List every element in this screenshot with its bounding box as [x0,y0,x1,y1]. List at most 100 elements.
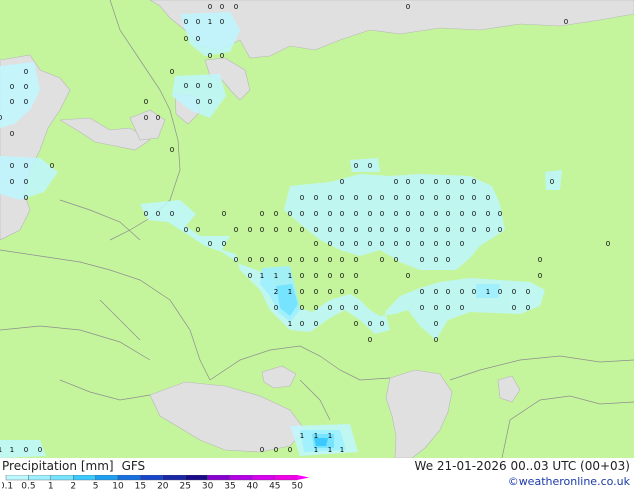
legend-footer: Precipitation [mm] GFS We 21-01-2026 00..… [0,458,634,490]
precip-value: 0 [10,178,14,186]
precip-value: 0 [486,210,490,218]
precip-value: 0 [460,194,464,202]
precip-value: 0 [274,256,278,264]
precip-value: 1 [314,432,318,440]
color-scale-bar: 0.10.5125101520253035404550 [2,475,310,490]
precip-value: 0 [10,83,14,91]
precip-value: 0 [368,194,372,202]
precip-value: 0 [156,210,160,218]
precip-value: 0 [170,68,174,76]
precip-value: 0 [472,226,476,234]
precip-value: 1 [314,446,318,454]
precip-value: 0 [420,178,424,186]
scale-tick-label: 50 [291,482,303,490]
scale-swatch [274,475,298,481]
precip-value: 0 [538,256,542,264]
precip-value: 0 [368,336,372,344]
precip-value: 0 [340,240,344,248]
precip-value: 0 [460,226,464,234]
precip-value: 0 [368,210,372,218]
precip-value: 0 [208,3,212,11]
precip-value: 0 [354,240,358,248]
precip-value: 0 [354,272,358,280]
legend-title-row: Precipitation [mm] GFS [2,459,145,473]
precip-value: 0 [184,226,188,234]
precip-value: 0 [446,240,450,248]
precip-value: 0 [328,256,332,264]
model-name: GFS [121,459,146,473]
precip-value: 0 [196,82,200,90]
scale-tick-label: 0.1 [2,482,13,490]
precipitation-map: 0010000000000000000000000000000000000000… [0,0,634,458]
precip-value: 0 [498,210,502,218]
precip-value: 0 [184,35,188,43]
precip-value: 0 [288,446,292,454]
precip-value: 0 [10,162,14,170]
precip-value: 0 [354,304,358,312]
precip-value: 0 [274,226,278,234]
scale-swatch [72,475,96,481]
precip-value: 0 [300,256,304,264]
precip-value: 0 [248,226,252,234]
precip-value: 0 [354,288,358,296]
precip-value: 0 [394,210,398,218]
precip-value: 0 [498,226,502,234]
precip-value: 0 [354,320,358,328]
precip-value: 0 [446,178,450,186]
precip-value: 1 [10,446,14,454]
precip-value: 0 [606,240,610,248]
scale-tick-label: 25 [179,482,190,490]
precip-value: 0 [368,162,372,170]
scale-swatch [229,475,253,481]
precip-value: 0 [434,336,438,344]
precip-value: 0 [354,210,358,218]
precip-value: 0 [564,18,568,26]
precip-value: 0 [434,256,438,264]
precip-value: 0 [460,178,464,186]
precip-value: 0 [406,272,410,280]
precip-value: 0 [300,304,304,312]
precip-value: 0 [512,304,516,312]
precip-value: 0 [328,210,332,218]
precip-value: 0 [394,256,398,264]
scale-tick-label: 5 [93,482,99,490]
credit-link[interactable]: ©weatheronline.co.uk [508,475,630,488]
precip-value: 0 [406,240,410,248]
precip-value: 0 [248,256,252,264]
precip-value: 0 [380,210,384,218]
precip-value: 0 [420,288,424,296]
precip-value: 0 [24,83,28,91]
scale-tick-label: 30 [202,482,214,490]
scale-swatch [95,475,119,481]
precip-value: 0 [314,288,318,296]
precip-value: 0 [220,18,224,26]
scale-tick-label: 35 [224,482,235,490]
precip-value: 0 [394,226,398,234]
precip-value: 0 [446,194,450,202]
precip-value: 0 [144,210,148,218]
precip-value: 0 [434,194,438,202]
precip-value: 0 [288,256,292,264]
precip-value: 1 [486,288,490,296]
precip-value: 0 [472,288,476,296]
precip-value: 0 [314,240,318,248]
precip-value: 0 [222,240,226,248]
precip-value: 0 [460,210,464,218]
precip-value: 0 [434,210,438,218]
precip-value: 0 [196,35,200,43]
precip-value: 0 [380,194,384,202]
color-scale: 0.10.5125101520253035404550 [2,475,328,489]
precip-value: 1 [328,446,332,454]
precip-value: 0 [328,272,332,280]
precip-value: 0 [144,98,148,106]
precip-value: 0 [340,304,344,312]
precip-value: 0 [340,272,344,280]
precip-value: 0 [314,272,318,280]
precip-value: 0 [260,446,264,454]
precip-value: 0 [420,210,424,218]
precip-value: 0 [234,256,238,264]
precip-value: 0 [394,194,398,202]
precip-value: 0 [460,304,464,312]
precip-value: 0 [24,162,28,170]
precip-value: 0 [288,210,292,218]
